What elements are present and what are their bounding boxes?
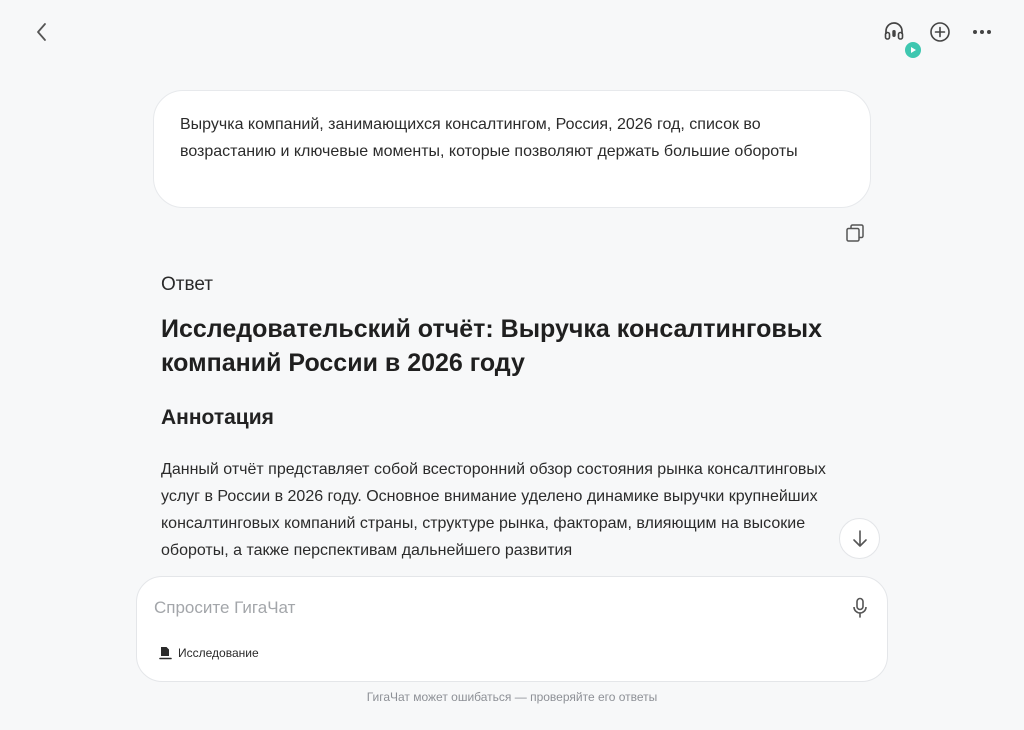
message-composer: Исследование [136,576,888,682]
answer-body-text: Данный отчёт представляет собой всесторо… [161,461,826,559]
plus-circle-icon [930,22,950,42]
arrow-down-icon [852,529,867,547]
more-options-button[interactable] [967,17,997,47]
play-icon [911,47,916,53]
scroll-to-bottom-button[interactable] [839,518,880,559]
section-title: Аннотация [161,406,274,429]
research-mode-toggle[interactable]: Исследование [159,643,259,663]
headset-icon [884,22,904,40]
chevron-left-icon [37,23,46,41]
assistant-answer: Ответ Исследовательский отчёт: Выручка к… [161,272,861,564]
copy-icon [846,224,864,242]
research-mode-label: Исследование [178,646,259,660]
ellipsis-icon [973,30,991,34]
user-message-text: Выручка компаний, занимающихся консалтин… [180,116,798,160]
document-icon [159,646,172,659]
microphone-icon [853,597,867,618]
user-message-bubble: Выручка компаний, занимающихся консалтин… [153,90,871,208]
live-badge [905,42,921,58]
back-button[interactable] [27,17,57,47]
copy-message-button[interactable] [840,218,870,248]
voice-mode-button[interactable] [879,17,909,47]
answer-label: Ответ [161,274,213,295]
report-title: Исследовательский отчёт: Выручка консалт… [161,315,822,377]
disclaimer-text: ГигаЧат может ошибаться — проверяйте его… [366,690,658,704]
top-bar [0,0,1024,62]
new-chat-button[interactable] [925,17,955,47]
prompt-input[interactable] [154,596,814,620]
microphone-button[interactable] [845,593,875,623]
